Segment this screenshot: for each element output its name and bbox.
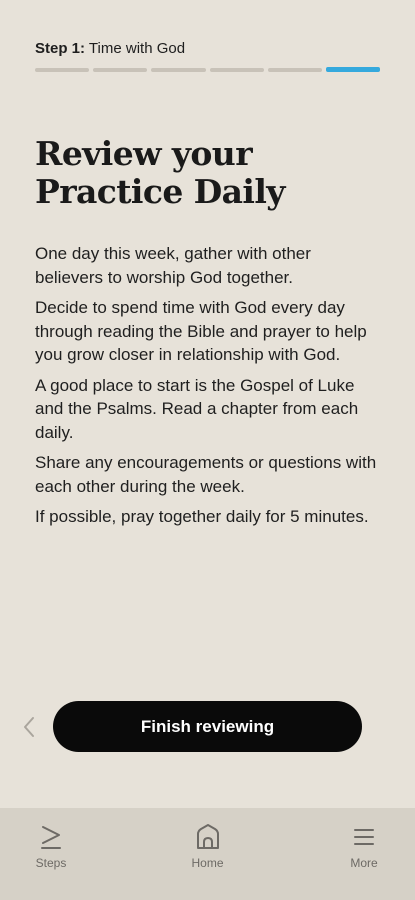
progress-segment (151, 68, 206, 72)
instruction-paragraph: One day this week, gather with other bel… (35, 244, 311, 287)
nav-item-steps[interactable]: Steps (14, 808, 88, 870)
step-title: Time with God (88, 40, 186, 57)
chevron-left-icon (24, 717, 34, 737)
practice-instructions: One day this week, gather with other bel… (35, 242, 380, 536)
nav-item-home[interactable]: Home (171, 808, 245, 870)
instruction-paragraph: If possible, pray together daily for 5 m… (35, 507, 369, 526)
nav-item-label: Steps (35, 856, 67, 870)
menu-icon (352, 822, 376, 852)
progress-segment (267, 68, 322, 72)
bottom-nav: Steps Home More (0, 808, 415, 900)
instruction-paragraph: Decide to spend time with God every day … (35, 298, 367, 364)
instruction-paragraph: Share any encouragements or questions wi… (35, 453, 377, 496)
step-progress-bar (35, 67, 381, 73)
nav-item-more[interactable]: More (327, 808, 401, 870)
progress-segment (35, 68, 90, 72)
page-title: Review your Practice Daily (35, 134, 285, 211)
progress-segment-active (325, 67, 381, 72)
home-icon (195, 822, 221, 852)
nav-item-label: Home (191, 856, 224, 870)
nav-item-label: More (350, 856, 378, 870)
steps-icon (39, 822, 63, 852)
back-button[interactable] (18, 712, 40, 742)
progress-segment (209, 68, 264, 72)
finish-reviewing-button[interactable]: Finish reviewing (53, 701, 362, 752)
instruction-paragraph: A good place to start is the Gospel of L… (35, 375, 359, 442)
progress-segment (93, 68, 148, 72)
step-number: Step 1: (35, 40, 86, 57)
step-header: Step 1: Time with God (35, 40, 185, 57)
